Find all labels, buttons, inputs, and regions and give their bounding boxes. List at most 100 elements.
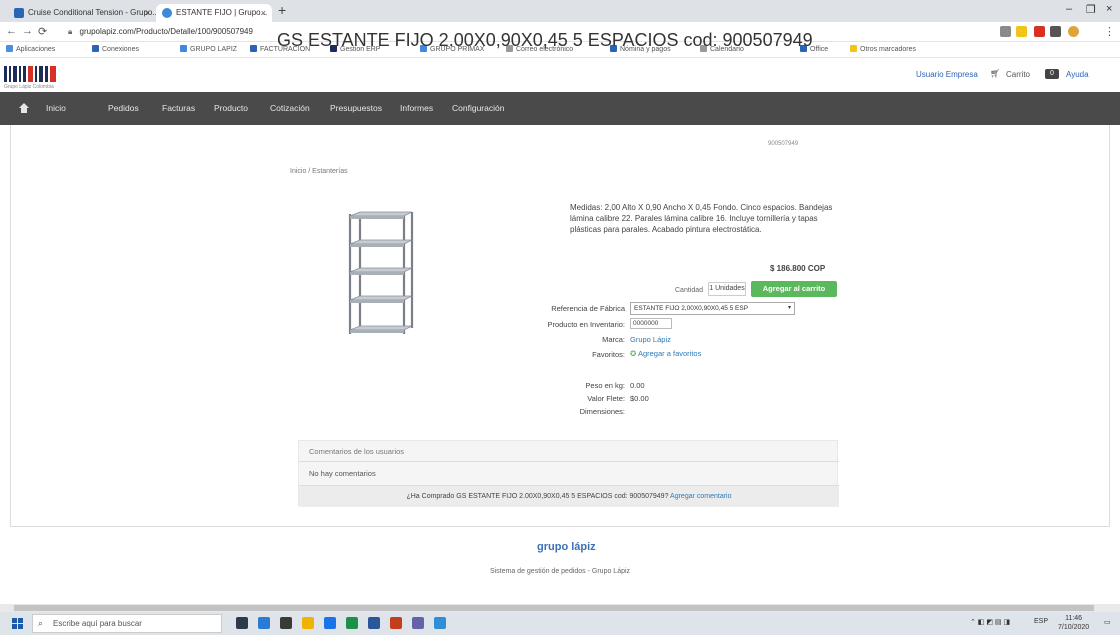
site-header: Grupo Lápiz Colombia Usuario Empresa 🛒︎ … <box>0 58 1120 92</box>
field-label: Marca: <box>602 335 625 344</box>
file-explorer-icon[interactable] <box>302 617 314 629</box>
reference-select[interactable]: ESTANTE FIJO 2,00X0,90X0,45 5 ESP ▾ <box>630 302 795 315</box>
lock-icon: 🔒︎ <box>68 27 73 36</box>
language-indicator[interactable]: ESP <box>1034 618 1048 625</box>
freight-value: $0.00 <box>630 394 649 403</box>
nav-item[interactable]: Inicio <box>46 103 66 113</box>
reload-icon[interactable]: ⟳ <box>38 25 47 38</box>
teams-icon[interactable] <box>412 617 424 629</box>
browser-tab-bar: Cruise Conditional Tension - Grupo... × … <box>0 0 1120 22</box>
help-link[interactable]: Ayuda <box>1066 70 1089 79</box>
nav-item[interactable]: Producto <box>214 103 248 113</box>
search-placeholder: Escribe aquí para buscar <box>53 619 142 628</box>
product-image[interactable] <box>340 210 420 338</box>
word-icon[interactable] <box>368 617 380 629</box>
forward-icon[interactable]: → <box>22 25 33 37</box>
url-text: grupolapiz.com/Producto/Detalle/100/9005… <box>79 27 253 36</box>
bookmark-item[interactable]: Otros marcadores <box>850 45 916 53</box>
apps-icon <box>6 45 13 52</box>
brand-link[interactable]: Grupo Lápiz <box>630 335 671 344</box>
main-navigation: Inicio Pedidos Facturas Producto Cotizac… <box>0 92 1120 125</box>
footer-text: Sistema de gestión de pedidos - Grupo Lá… <box>489 568 631 575</box>
chrome-icon[interactable] <box>324 617 336 629</box>
chevron-down-icon: ▾ <box>787 305 791 311</box>
add-comment-link[interactable]: Agregar comentario <box>670 493 731 500</box>
excel-icon[interactable] <box>346 617 358 629</box>
horizontal-scrollbar[interactable] <box>0 604 1120 612</box>
logo-subtitle: Grupo Lápiz Colombia <box>4 84 54 90</box>
field-label: Valor Flete: <box>587 394 625 403</box>
field-label: Favoritos: <box>592 350 625 359</box>
user-menu-link[interactable]: Usuario Empresa <box>916 70 978 79</box>
inventory-field[interactable]: 0000000 <box>630 318 672 329</box>
browser-tab[interactable]: Cruise Conditional Tension - Grupo... × <box>8 4 156 22</box>
folder-icon <box>850 45 857 52</box>
bookmark-icon <box>250 45 257 52</box>
home-icon[interactable] <box>18 102 30 114</box>
product-code-tag: 900507949 <box>768 141 799 147</box>
bookmark-item[interactable]: Conexiones <box>92 45 139 53</box>
tab-favicon-icon <box>14 8 24 18</box>
bookmark-item[interactable]: Aplicaciones <box>6 45 55 53</box>
comments-body: No hay comentarios <box>309 469 376 478</box>
bookmark-icon <box>180 45 187 52</box>
cart-icon[interactable]: 🛒︎ <box>990 69 1000 78</box>
add-to-cart-button[interactable]: Agregar al carrito <box>751 281 837 297</box>
notifications-icon[interactable]: ▭ <box>1104 618 1111 626</box>
product-price: $ 186.800 COP <box>770 264 826 273</box>
extension-icon[interactable] <box>1034 26 1045 37</box>
field-label: Referencia de Fábrica <box>551 304 625 313</box>
product-description: Medidas: 2,00 Alto X 0,90 Ancho X 0,45 F… <box>570 203 833 234</box>
bookmark-star-icon[interactable] <box>1016 26 1027 37</box>
minimize-icon[interactable]: – <box>1066 3 1072 15</box>
windows-start-icon[interactable] <box>12 618 23 629</box>
barcode-logo-icon <box>4 66 58 82</box>
extension-icon[interactable] <box>1050 26 1061 37</box>
scrollbar-thumb[interactable] <box>14 605 1094 611</box>
translate-icon[interactable] <box>1000 26 1011 37</box>
tab-title: ESTANTE FIJO | Grupo... <box>176 8 268 17</box>
cart-link[interactable]: Carrito <box>1006 70 1030 79</box>
quantity-label: Cantidad <box>675 287 704 294</box>
comments-footer: ¿Ha Comprado GS ESTANTE FIJO 2.00X0,90X0… <box>299 485 839 507</box>
add-favorite-link[interactable]: ✪ Agregar a favoritos <box>630 349 701 358</box>
tab-close-icon[interactable]: × <box>261 4 266 22</box>
comments-panel: Comentarios de los usuarios No hay comen… <box>298 440 839 507</box>
nav-item[interactable]: Facturas <box>162 103 195 113</box>
tab-title: Cruise Conditional Tension - Grupo... <box>28 8 156 17</box>
tab-close-icon[interactable]: × <box>145 4 150 22</box>
nav-item[interactable]: Presupuestos <box>330 103 382 113</box>
star-icon: ✪ <box>630 349 637 358</box>
cart-count-badge: 0 <box>1045 69 1059 79</box>
site-logo[interactable]: Grupo Lápiz Colombia <box>4 66 74 90</box>
edge-icon[interactable] <box>258 617 270 629</box>
select-value: ESTANTE FIJO 2,00X0,90X0,45 5 ESP <box>634 305 749 312</box>
nav-item[interactable]: Pedidos <box>108 103 139 113</box>
menu-dots-icon[interactable]: ⋮ <box>1104 25 1115 38</box>
nav-item[interactable]: Informes <box>400 103 433 113</box>
close-window-icon[interactable]: × <box>1106 3 1112 15</box>
browser-tab-active[interactable]: ESTANTE FIJO | Grupo... × <box>156 4 272 22</box>
field-label: Producto en Inventario: <box>547 320 625 329</box>
outlook-icon[interactable] <box>434 617 446 629</box>
comments-header: Comentarios de los usuarios <box>309 447 405 456</box>
quantity-input[interactable]: 1 Unidades <box>708 282 746 296</box>
new-tab-icon[interactable]: + <box>278 2 286 18</box>
task-view-icon[interactable] <box>236 617 248 629</box>
profile-avatar-icon[interactable] <box>1068 26 1079 37</box>
nav-item[interactable]: Configuración <box>452 103 504 113</box>
taskbar-search-input[interactable]: ⌕ Escribe aquí para buscar <box>32 614 222 633</box>
store-icon[interactable] <box>280 617 292 629</box>
bookmark-icon <box>92 45 99 52</box>
powerpoint-icon[interactable] <box>390 617 402 629</box>
breadcrumb[interactable]: Inicio / Estanterías <box>290 168 348 175</box>
system-tray-icons[interactable]: ⌃ ◧ ◩ ▤ ◨ <box>970 618 1010 626</box>
comments-prompt: ¿Ha Comprado GS ESTANTE FIJO 2.00X0,90X0… <box>406 493 669 500</box>
maximize-icon[interactable]: ❐ <box>1086 3 1096 16</box>
footer-logo[interactable]: grupo lápiz <box>537 541 596 553</box>
clock[interactable]: 11:46 7/10/2020 <box>1058 614 1089 632</box>
clock-date: 7/10/2020 <box>1058 624 1090 631</box>
bookmark-item[interactable]: GRUPO LAPIZ <box>180 45 237 53</box>
back-icon[interactable]: ← <box>6 25 17 37</box>
nav-item[interactable]: Cotización <box>270 103 310 113</box>
